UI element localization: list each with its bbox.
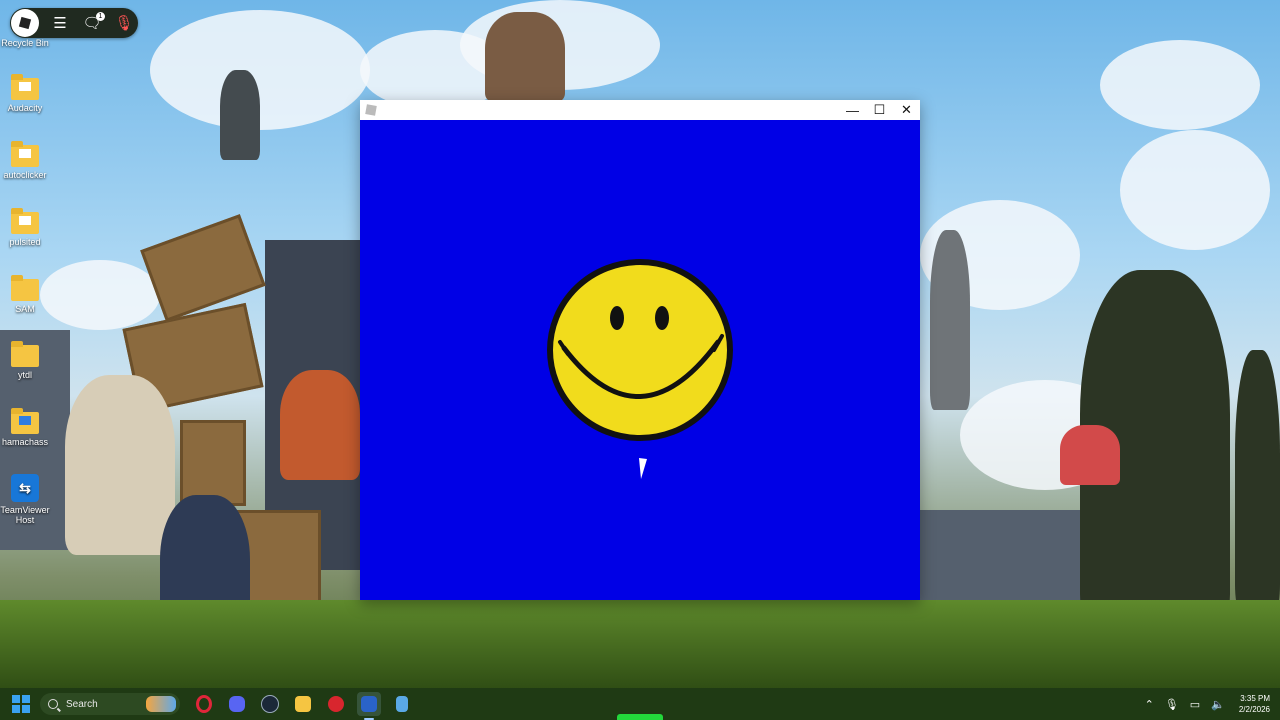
search-icon: [48, 699, 58, 709]
desktop-icon-audacity[interactable]: Audacity: [0, 74, 50, 113]
clock-time: 3:35 PM: [1240, 694, 1270, 703]
microphone-icon[interactable]: 🎙: [1165, 698, 1179, 711]
desktop-icon-teamviewer[interactable]: ⇆ TeamViewer Host: [0, 474, 50, 525]
chat-icon[interactable]: 🗨 1: [81, 12, 105, 34]
network-icon[interactable]: ▭: [1190, 698, 1200, 711]
desktop-icon-label: Audacity: [7, 103, 43, 113]
menu-icon[interactable]: ☰: [49, 12, 71, 34]
search-highlight-icon: [146, 696, 176, 712]
system-tray: ⌃ 🎙 ▭ 🔈 3:35 PM 2/2/2026: [1134, 688, 1270, 720]
teamviewer-icon: ⇆: [11, 474, 39, 502]
smiley-face-icon: [547, 259, 733, 441]
app-window: — ☐ ✕: [360, 100, 920, 600]
desktop-icon-label: TeamViewer Host: [0, 505, 50, 525]
folder-icon: [11, 408, 39, 434]
search-box[interactable]: Search: [40, 693, 180, 715]
opera-icon[interactable]: [192, 692, 216, 716]
discord-icon[interactable]: [225, 692, 249, 716]
desktop-icon-label: hamachass: [1, 437, 49, 447]
notification-badge: 1: [96, 12, 105, 21]
folder-icon: [11, 74, 39, 100]
folder-icon: [11, 208, 39, 234]
minimize-button[interactable]: —: [839, 100, 866, 120]
desktop-icon-label: pulsited: [9, 237, 41, 247]
green-overlay-tab: [617, 714, 663, 720]
file-explorer-icon[interactable]: [291, 692, 315, 716]
microphone-muted-icon[interactable]: 🎙: [113, 12, 135, 34]
roblox-icon[interactable]: [324, 692, 348, 716]
desktop-icon-hamachass[interactable]: hamachass: [0, 408, 50, 447]
steam-icon[interactable]: [258, 692, 282, 716]
app-window-icon[interactable]: [357, 692, 381, 720]
desktop-icon-label: SAM: [15, 304, 35, 314]
window-titlebar[interactable]: — ☐ ✕: [360, 100, 920, 120]
clock[interactable]: 3:35 PM 2/2/2026: [1239, 693, 1270, 715]
game-bar: ☰ 🗨 1 🎙: [10, 8, 138, 38]
desktop-icon-label: ytdl: [17, 370, 32, 380]
desktop-icon-sam[interactable]: SAM: [0, 275, 50, 314]
app-icon: [365, 104, 377, 116]
desktop-icon-pulsited[interactable]: pulsited: [0, 208, 50, 247]
chevron-up-icon[interactable]: ⌃: [1145, 698, 1154, 711]
speaker-icon[interactable]: 🔈: [1211, 698, 1225, 711]
start-button[interactable]: [12, 695, 30, 713]
folder-icon: [11, 141, 39, 167]
search-placeholder: Search: [66, 698, 98, 710]
roblox-logo-icon[interactable]: [11, 9, 39, 37]
folder-icon: [11, 275, 39, 301]
close-button[interactable]: ✕: [893, 100, 920, 120]
notepad-icon[interactable]: [390, 692, 414, 716]
clock-date: 2/2/2026: [1238, 705, 1270, 714]
desktop-icon-label: autoclicker: [3, 170, 47, 180]
desktop-icon-autoclicker[interactable]: autoclicker: [0, 141, 50, 180]
recycle-bin-label: Recycle Bin: [1, 38, 49, 48]
folder-icon: [11, 341, 39, 367]
maximize-button[interactable]: ☐: [866, 100, 893, 120]
window-canvas[interactable]: [360, 120, 920, 600]
mouse-cursor-icon: [639, 458, 647, 479]
desktop-icon-recycle-bin[interactable]: Recycle Bin: [0, 38, 50, 48]
desktop-icon-ytdl[interactable]: ytdl: [0, 341, 50, 380]
